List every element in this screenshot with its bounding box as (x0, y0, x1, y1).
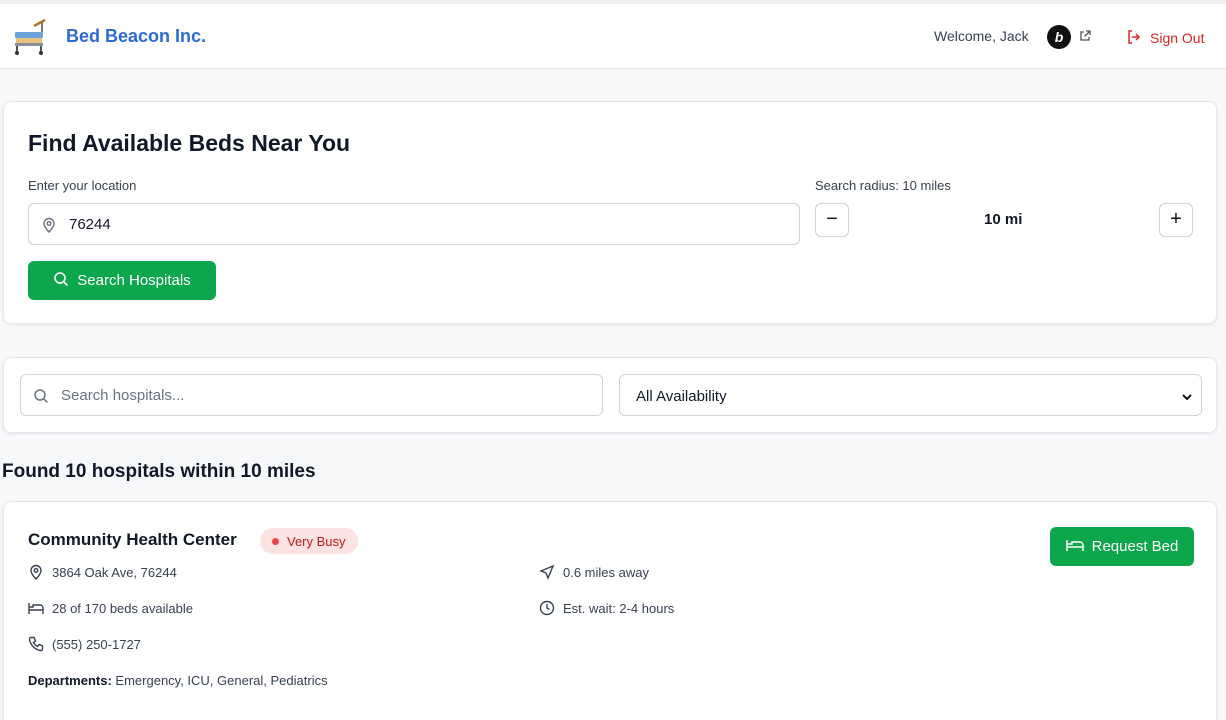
hospital-card: Community Health Center Very Busy Reques… (3, 501, 1217, 720)
wait-text: Est. wait: 2-4 hours (563, 600, 675, 616)
status-label: Very Busy (287, 533, 346, 549)
external-link-icon[interactable] (1078, 29, 1092, 43)
bed-icon (1065, 537, 1084, 557)
sign-out-label: Sign Out (1150, 30, 1205, 46)
radius-value: 10 mi (984, 211, 1023, 228)
location-input[interactable]: 76244 (28, 203, 800, 245)
hospital-bed-logo-icon (12, 18, 48, 56)
radius-decrease-button[interactable]: − (815, 203, 849, 237)
hospital-address: 3864 Oak Ave, 76244 (28, 564, 177, 580)
map-pin-icon (41, 217, 57, 233)
location-value: 76244 (69, 216, 111, 233)
phone-icon (28, 636, 44, 652)
filter-card: Search hospitals... All Availability (3, 357, 1217, 433)
profile-b-icon[interactable]: b (1047, 25, 1071, 49)
address-text: 3864 Oak Ave, 76244 (52, 564, 177, 580)
status-dot (272, 537, 279, 545)
hospital-distance: 0.6 miles away (539, 564, 649, 580)
find-beds-card: Find Available Beds Near You Enter your … (3, 101, 1217, 324)
results-summary: Found 10 hospitals within 10 miles (2, 461, 316, 482)
availability-selected: All Availability (636, 388, 727, 405)
search-icon (53, 271, 69, 291)
bed-icon (28, 603, 44, 614)
find-beds-title: Find Available Beds Near You (28, 130, 351, 156)
location-label: Enter your location (28, 178, 137, 193)
search-icon (33, 388, 49, 404)
hospital-search-input[interactable]: Search hospitals... (20, 374, 603, 416)
radius-label: Search radius: 10 miles (815, 178, 951, 193)
welcome-text: Welcome, Jack (934, 28, 1029, 44)
departments-text: Emergency, ICU, General, Pediatrics (115, 673, 328, 688)
clock-icon (539, 600, 555, 616)
hospital-departments: Departments: Emergency, ICU, General, Pe… (28, 673, 328, 688)
availability-select[interactable]: All Availability (619, 374, 1202, 416)
search-hospitals-button[interactable]: Search Hospitals (28, 261, 216, 300)
sign-out-icon (1126, 29, 1142, 48)
status-badge: Very Busy (260, 528, 358, 554)
app-header: Bed Beacon Inc. Welcome, Jack b Sign Out (0, 4, 1226, 69)
radius-increase-button[interactable]: + (1159, 203, 1193, 237)
beds-text: 28 of 170 beds available (52, 600, 193, 616)
hospital-beds: 28 of 170 beds available (28, 600, 193, 616)
sign-out-button[interactable]: Sign Out (1126, 28, 1204, 48)
hospital-wait: Est. wait: 2-4 hours (539, 600, 674, 616)
hospital-name: Community Health Center (28, 530, 237, 549)
phone-text: (555) 250-1727 (52, 636, 141, 652)
request-bed-label: Request Bed (1091, 538, 1179, 555)
hospital-search-placeholder: Search hospitals... (61, 387, 185, 404)
navigation-icon (539, 564, 555, 580)
search-hospitals-label: Search Hospitals (77, 272, 191, 289)
distance-text: 0.6 miles away (563, 564, 649, 580)
request-bed-button[interactable]: Request Bed (1050, 527, 1194, 566)
brand-name[interactable]: Bed Beacon Inc. (66, 26, 206, 47)
chevron-down-icon (1181, 390, 1193, 402)
map-pin-icon (30, 564, 42, 580)
departments-label: Departments: (28, 673, 112, 688)
hospital-phone: (555) 250-1727 (28, 636, 141, 652)
